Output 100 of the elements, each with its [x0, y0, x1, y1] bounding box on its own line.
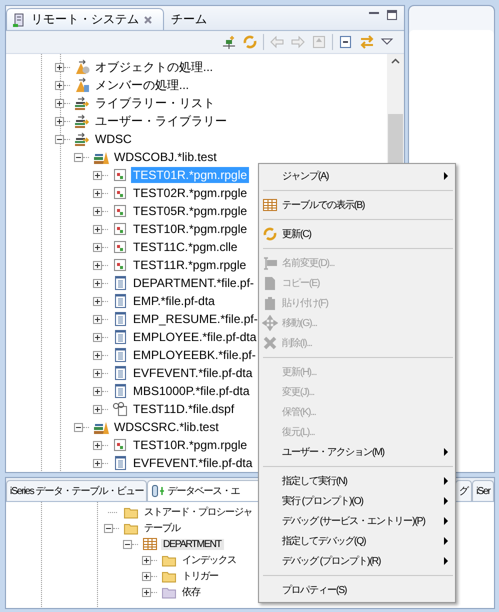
tree-item[interactable]: EMPLOYEEBK.*file.pf-: [131, 347, 258, 363]
tree-item[interactable]: TEST05R.*pgm.rpgle: [131, 203, 250, 219]
tree-item[interactable]: WDSCSRC.*lib.test: [112, 419, 221, 435]
file-icon: [112, 311, 128, 327]
expand-toggle[interactable]: [93, 368, 102, 378]
menu-item[interactable]: 指定してデバッグ(Q): [259, 531, 455, 551]
new-connection-icon[interactable]: [221, 34, 237, 50]
panel-tab[interactable]: iSeries データ・テーブル・ビュー: [6, 480, 148, 501]
tree-item[interactable]: EMP_RESUME.*file.pf-: [131, 311, 260, 327]
file-icon: [112, 275, 128, 291]
tree-item[interactable]: WDSC: [93, 131, 134, 147]
submenu-arrow-icon: [443, 537, 449, 545]
tree-item[interactable]: TEST11D.*file.dspf: [131, 401, 236, 417]
tree-item[interactable]: TEST02R.*pgm.rpgle: [131, 185, 250, 201]
expand-toggle[interactable]: [55, 116, 64, 126]
expand-toggle[interactable]: [93, 260, 102, 270]
tree-item[interactable]: 依存: [180, 585, 203, 599]
submenu-arrow-icon: [443, 517, 449, 525]
collapse-toggle[interactable]: [123, 540, 132, 548]
tree-item[interactable]: インデックス: [180, 553, 239, 567]
menu-item[interactable]: テーブルでの表示(B): [259, 195, 455, 215]
expand-toggle[interactable]: [55, 62, 64, 72]
tree-item[interactable]: EMP.*file.pf-dta: [131, 293, 217, 309]
collapse-all-icon[interactable]: [338, 34, 354, 50]
expand-toggle[interactable]: [93, 242, 102, 252]
menu-item[interactable]: ユーザー・アクション(M): [259, 442, 455, 462]
maximize-icon[interactable]: [386, 9, 398, 21]
tree-item[interactable]: テーブル: [142, 521, 183, 535]
file-icon: [112, 347, 128, 363]
tree-item[interactable]: EVFEVENT.*file.pf-dta: [131, 365, 254, 381]
expand-toggle[interactable]: [93, 332, 102, 342]
expand-toggle[interactable]: [93, 314, 102, 324]
tree-item[interactable]: トリガー: [180, 569, 221, 583]
submenu-arrow-icon: [443, 477, 449, 485]
display-file-icon: [112, 401, 128, 417]
expand-toggle[interactable]: [93, 170, 102, 180]
copy-icon: [262, 275, 278, 291]
expand-toggle[interactable]: [55, 80, 64, 90]
scroll-up-icon[interactable]: [391, 58, 400, 64]
collapse-toggle[interactable]: [74, 152, 83, 162]
expand-toggle[interactable]: [93, 350, 102, 360]
program-icon: [112, 185, 128, 201]
menu-item[interactable]: 実行 (プロンプト)(O): [259, 491, 455, 511]
program-icon: [112, 239, 128, 255]
tree-item[interactable]: DEPARTMENT: [161, 538, 224, 550]
program-icon: [112, 203, 128, 219]
panel-tab[interactable]: チーム: [164, 8, 218, 30]
library-list-icon: [74, 113, 90, 129]
tree-item[interactable]: TEST11R.*pgm.rpgle: [131, 257, 248, 273]
database-icon: [151, 483, 166, 499]
collapse-toggle[interactable]: [55, 134, 64, 144]
task-icon: [74, 59, 90, 75]
library-list-icon: [74, 95, 90, 111]
file-icon: [112, 293, 128, 309]
tree-item[interactable]: DEPARTMENT.*file.pf-: [131, 275, 256, 291]
expand-toggle[interactable]: [93, 224, 102, 234]
expand-toggle[interactable]: [142, 588, 151, 596]
expand-toggle[interactable]: [93, 386, 102, 396]
expand-toggle[interactable]: [55, 98, 64, 108]
tree-item[interactable]: メンバーの処理...: [93, 76, 192, 94]
expand-toggle[interactable]: [93, 440, 102, 450]
expand-toggle[interactable]: [93, 404, 102, 414]
expand-toggle[interactable]: [93, 278, 102, 288]
tree-item[interactable]: ライブラリー・リスト: [93, 94, 217, 112]
table-icon: [142, 536, 158, 552]
close-icon[interactable]: [143, 14, 153, 24]
tree-item[interactable]: EVFEVENT.*file.pf-dta: [131, 455, 254, 471]
expand-toggle[interactable]: [93, 458, 102, 468]
collapse-toggle[interactable]: [104, 524, 113, 532]
collapse-toggle[interactable]: [74, 422, 83, 432]
tree-item[interactable]: EMPLOYEE.*file.pf-dta: [131, 329, 258, 345]
tree-item[interactable]: TEST10R.*pgm.rpgle: [131, 437, 250, 453]
file-icon: [112, 383, 128, 399]
menu-item[interactable]: デバッグ (サービス・エントリー)(P): [259, 511, 455, 531]
tree-item[interactable]: TEST11C.*pgm.clle: [131, 239, 240, 255]
tree-item[interactable]: MBS1000P.*file.pf-dta: [131, 383, 252, 399]
expand-toggle[interactable]: [142, 556, 151, 564]
tree-item[interactable]: ストアード・プロシージャ: [142, 505, 255, 519]
panel-tab[interactable]: グ: [455, 480, 472, 501]
panel-tab[interactable]: iSer: [472, 480, 494, 501]
expand-toggle[interactable]: [142, 572, 151, 580]
paste-icon: [262, 295, 278, 311]
program-icon: [112, 167, 128, 183]
menu-item[interactable]: デバッグ (プロンプト)(R): [259, 551, 455, 571]
submenu-arrow-icon: [443, 172, 449, 180]
expand-toggle[interactable]: [93, 206, 102, 216]
menu-item[interactable]: プロパティー(S): [259, 580, 455, 600]
expand-toggle[interactable]: [93, 296, 102, 306]
move-icon: [262, 315, 278, 331]
menu-item[interactable]: 指定して実行(N): [259, 471, 455, 491]
task-icon: [74, 77, 90, 93]
menu-item[interactable]: ジャンプ(A): [259, 166, 455, 186]
expand-toggle[interactable]: [93, 188, 102, 198]
menu-item[interactable]: 更新(C): [259, 224, 455, 244]
tree-item[interactable]: WDSCOBJ.*lib.test: [112, 149, 219, 165]
program-icon: [112, 221, 128, 237]
tree-item[interactable]: ユーザー・ライブラリー: [93, 112, 229, 130]
tree-item[interactable]: オブジェクトの処理...: [93, 58, 216, 76]
panel-tab[interactable]: リモート・システム: [6, 8, 164, 30]
tree-item[interactable]: TEST10R.*pgm.rpgle: [131, 221, 250, 237]
